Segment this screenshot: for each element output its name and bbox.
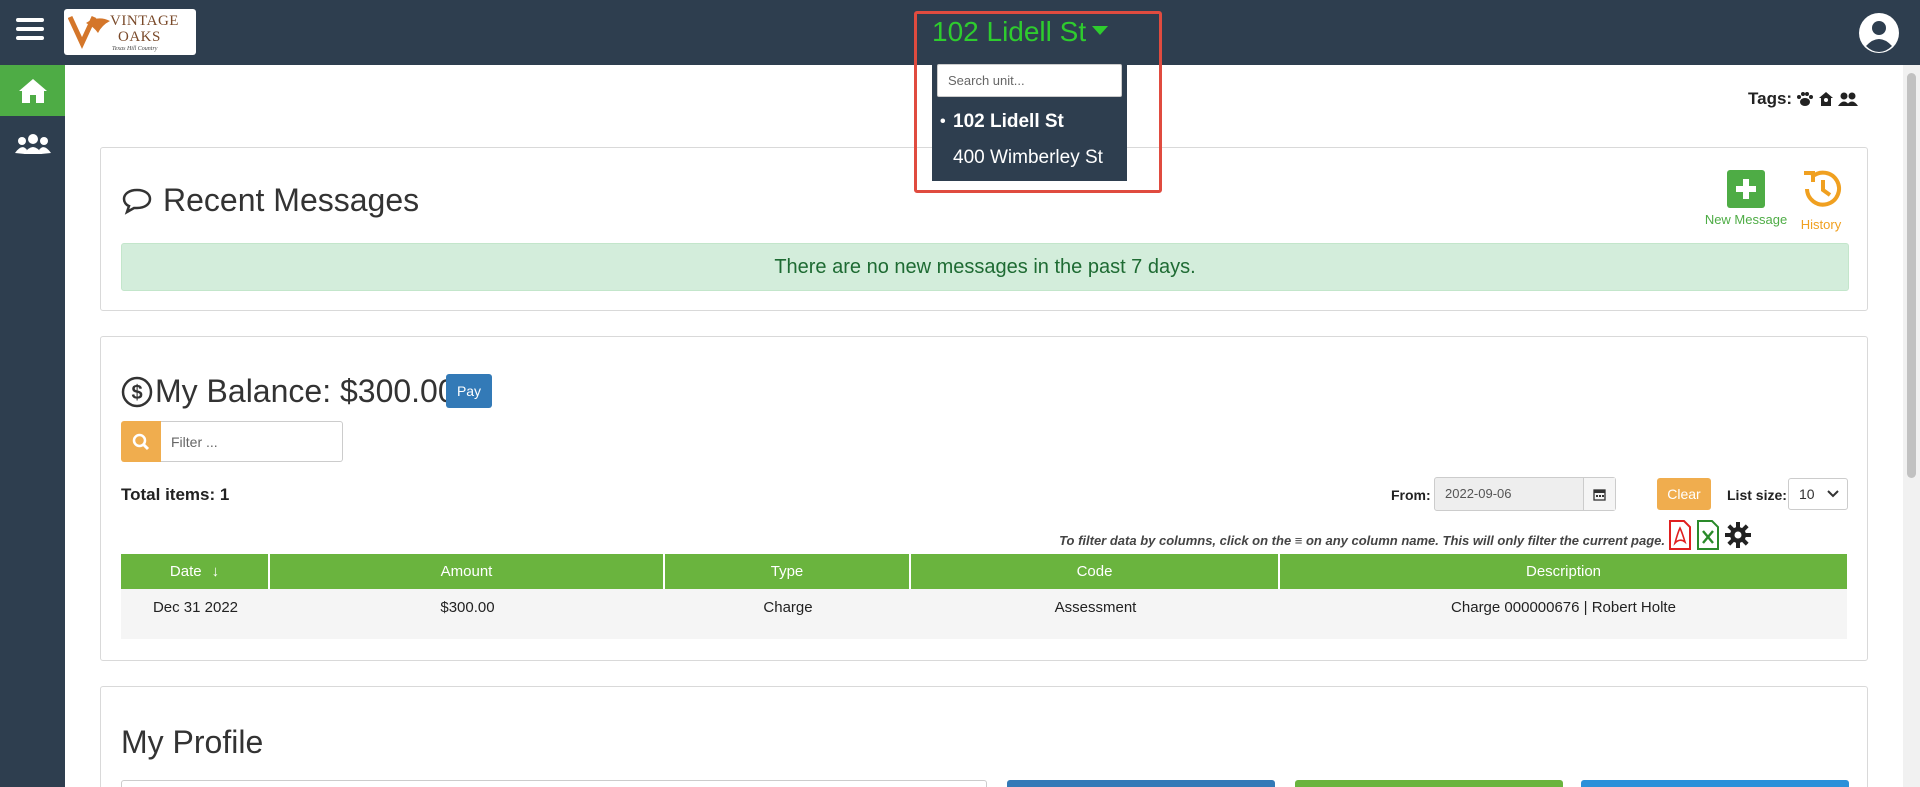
home-icon bbox=[18, 78, 47, 103]
users-icon bbox=[1838, 92, 1859, 106]
paw-icon bbox=[1797, 92, 1814, 106]
column-header-code[interactable]: Code bbox=[911, 554, 1280, 589]
new-message-button[interactable]: New Message bbox=[1701, 170, 1791, 227]
gear-icon[interactable] bbox=[1724, 521, 1752, 549]
from-date-input[interactable]: 2022-09-06 bbox=[1434, 477, 1616, 511]
logo-line2: OAKS bbox=[118, 29, 161, 45]
profile-action-button[interactable] bbox=[1581, 780, 1849, 787]
comment-icon bbox=[122, 188, 152, 215]
column-header-amount[interactable]: Amount bbox=[270, 554, 665, 589]
history-button[interactable]: History bbox=[1791, 168, 1851, 232]
table-header: Date ↓ Amount Type Code Description bbox=[121, 554, 1847, 589]
sort-desc-icon: ↓ bbox=[211, 563, 220, 580]
brand-logo[interactable]: VINTAGE OAKS Texas Hill Country bbox=[64, 9, 196, 55]
profile-field[interactable] bbox=[121, 780, 987, 787]
from-date-value: 2022-09-06 bbox=[1445, 486, 1512, 501]
calendar-icon[interactable] bbox=[1583, 478, 1615, 510]
balance-panel: $ My Balance: $300.00 Pay Total items: 1… bbox=[100, 336, 1868, 661]
menu-toggle-icon[interactable] bbox=[16, 18, 44, 44]
dollar-circle-icon: $ bbox=[121, 376, 153, 407]
search-icon bbox=[121, 421, 161, 462]
oak-leaf-icon bbox=[68, 15, 110, 49]
column-label: Date bbox=[169, 563, 202, 580]
cell-amount: $300.00 bbox=[440, 599, 495, 616]
plus-icon bbox=[1727, 170, 1765, 208]
from-label: From: bbox=[1391, 487, 1431, 503]
pdf-export-icon[interactable] bbox=[1668, 520, 1692, 550]
cell-description: Charge 000000676 | Robert Holte bbox=[1451, 599, 1676, 616]
sidebar bbox=[0, 65, 65, 787]
column-header-description[interactable]: Description bbox=[1280, 554, 1847, 589]
list-size-select[interactable]: 10 bbox=[1788, 478, 1848, 510]
users-icon bbox=[14, 133, 51, 154]
column-header-date[interactable]: Date ↓ bbox=[121, 554, 270, 589]
column-header-type[interactable]: Type bbox=[665, 554, 911, 589]
logo-tagline: Texas Hill Country bbox=[112, 46, 158, 52]
chevron-down-icon bbox=[1827, 490, 1839, 498]
pay-button[interactable]: Pay bbox=[446, 374, 492, 408]
filter-input[interactable] bbox=[161, 421, 343, 462]
active-bullet: • bbox=[940, 113, 946, 130]
balance-table: Date ↓ Amount Type Code Description Dec … bbox=[121, 554, 1847, 639]
top-navbar: VINTAGE OAKS Texas Hill Country 102 Lide… bbox=[0, 0, 1920, 65]
table-row[interactable]: Dec 31 2022 $300.00 Charge Assessment Ch… bbox=[121, 589, 1847, 639]
unit-dropdown-menu: • 102 Lidell St 400 Wimberley St bbox=[932, 59, 1127, 181]
new-message-label: New Message bbox=[1704, 212, 1788, 227]
balance-heading: $ My Balance: $300.00 bbox=[121, 373, 456, 410]
tags-label: Tags: bbox=[1748, 89, 1793, 108]
profile-title: My Profile bbox=[121, 724, 264, 760]
unit-option-label: 102 Lidell St bbox=[953, 111, 1064, 132]
sidebar-item-home[interactable] bbox=[0, 65, 65, 116]
balance-title: My Balance: $300.00 bbox=[155, 373, 456, 409]
list-size-value: 10 bbox=[1799, 486, 1815, 502]
recent-messages-title: Recent Messages bbox=[163, 182, 420, 218]
excel-export-icon[interactable] bbox=[1696, 520, 1720, 550]
unit-option-400-wimberley[interactable]: 400 Wimberley St bbox=[932, 141, 1127, 175]
list-size-label: List size: bbox=[1727, 487, 1787, 503]
total-items: Total items: 1 bbox=[121, 485, 230, 504]
sidebar-item-community[interactable] bbox=[0, 118, 65, 169]
caret-down-icon bbox=[1092, 26, 1109, 35]
cell-type: Charge bbox=[763, 599, 813, 616]
user-account-icon[interactable] bbox=[1858, 12, 1900, 54]
svg-text:$: $ bbox=[131, 382, 142, 404]
history-icon bbox=[1804, 170, 1841, 207]
export-tools bbox=[1668, 520, 1752, 550]
unit-selector-label: 102 Lidell St bbox=[932, 16, 1087, 47]
unit-option-label: 400 Wimberley St bbox=[953, 147, 1103, 168]
page-scrollbar[interactable] bbox=[1903, 65, 1920, 787]
history-label: History bbox=[1800, 217, 1842, 232]
tags-bar: Tags: bbox=[1748, 89, 1859, 109]
house-user-icon bbox=[1819, 92, 1834, 106]
no-messages-alert: There are no new messages in the past 7 … bbox=[121, 243, 1849, 291]
column-filter-hint: To filter data by columns, click on the … bbox=[1059, 533, 1665, 548]
unit-selector-toggle[interactable]: 102 Lidell St bbox=[932, 16, 1109, 48]
cell-code: Assessment bbox=[1054, 599, 1137, 616]
profile-panel: My Profile bbox=[100, 686, 1868, 787]
profile-action-button[interactable] bbox=[1007, 780, 1275, 787]
clear-button[interactable]: Clear bbox=[1657, 478, 1711, 510]
recent-messages-heading: Recent Messages bbox=[121, 182, 419, 219]
cell-date: Dec 31 2022 bbox=[152, 599, 239, 616]
logo-line1: VINTAGE bbox=[110, 13, 179, 29]
filter-group bbox=[121, 421, 343, 462]
profile-action-button[interactable] bbox=[1295, 780, 1563, 787]
unit-search-input[interactable] bbox=[937, 64, 1122, 97]
unit-option-102-lidell[interactable]: • 102 Lidell St bbox=[932, 105, 1127, 139]
